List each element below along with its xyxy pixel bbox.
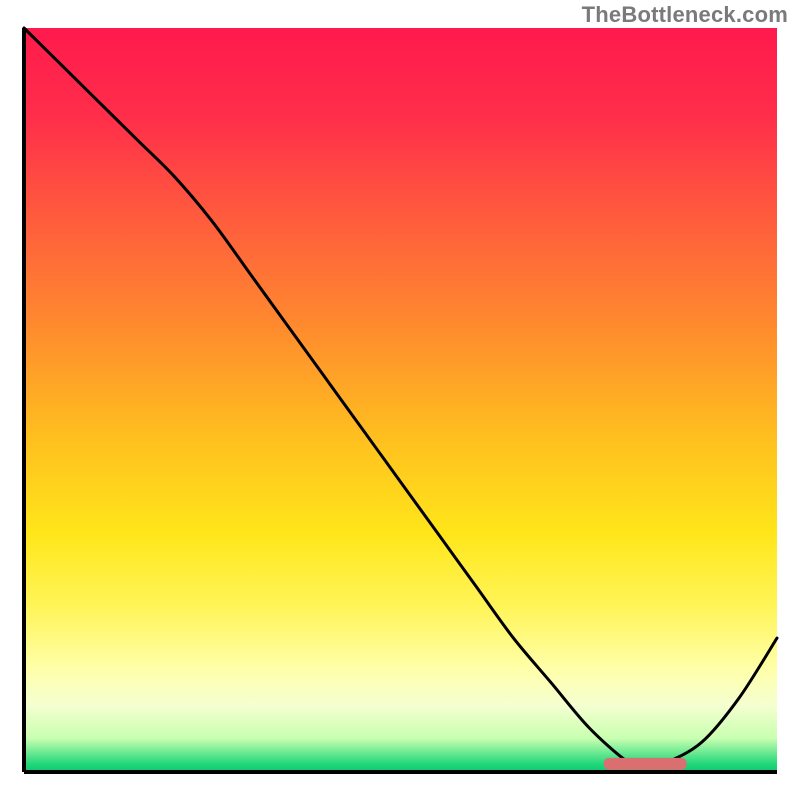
optimal-marker bbox=[604, 758, 687, 770]
bottleneck-chart bbox=[0, 0, 800, 800]
watermark-text: TheBottleneck.com bbox=[582, 2, 788, 28]
chart-container: TheBottleneck.com bbox=[0, 0, 800, 800]
